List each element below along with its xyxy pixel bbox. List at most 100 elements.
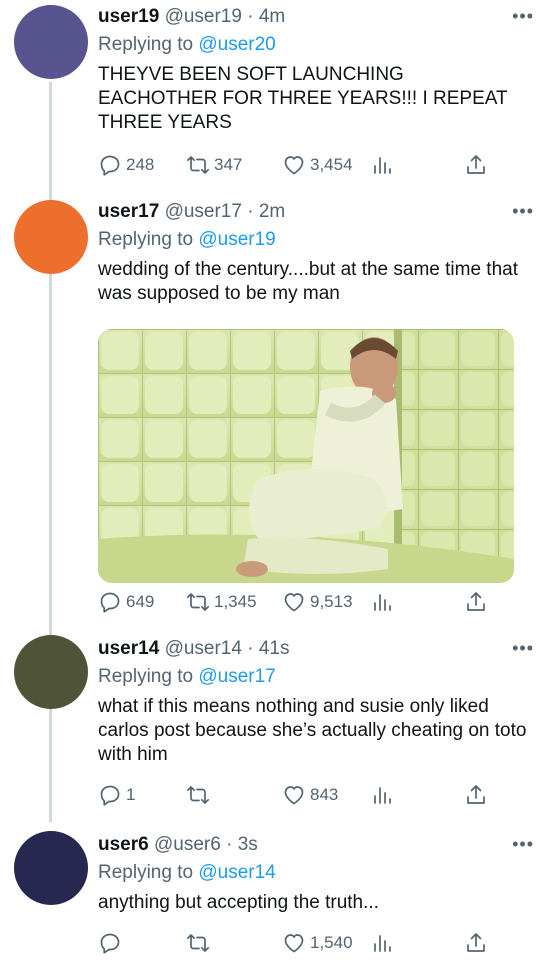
replying-to: Replying to @user17: [98, 666, 276, 688]
separator: ·: [247, 201, 254, 222]
timestamp[interactable]: 2m: [259, 201, 285, 222]
avatar[interactable]: [14, 5, 88, 79]
replying-to: Replying to @user14: [98, 862, 276, 884]
retweet-count: 347: [214, 155, 243, 174]
separator: ·: [247, 638, 254, 659]
heart-icon: [284, 593, 304, 612]
display-name[interactable]: user17: [98, 201, 159, 222]
tweet[interactable]: user17 @user17 · 2m ••• Replying to @use…: [0, 195, 554, 627]
separator: ·: [247, 6, 254, 27]
display-name[interactable]: user14: [98, 638, 159, 659]
share-icon: [467, 155, 485, 174]
share-icon: [467, 592, 485, 611]
retweet-icon: [186, 156, 210, 174]
reply-count: 649: [126, 592, 155, 611]
tweet-text: wedding of the century....but at the sam…: [98, 259, 518, 304]
like-button[interactable]: 3,454: [282, 150, 353, 180]
like-count: 843: [310, 785, 339, 804]
share-icon: [467, 785, 485, 804]
reply-to-link[interactable]: @user17: [198, 666, 275, 687]
tweet[interactable]: user14 @user14 · 41s ••• Replying to @us…: [0, 632, 554, 824]
tweet-actions: 1 843: [98, 780, 498, 810]
reply-icon: [100, 785, 120, 806]
tweet-text: anything but accepting the truth...: [98, 892, 379, 913]
separator: ·: [226, 834, 233, 855]
like-button[interactable]: 843: [282, 780, 338, 810]
timestamp[interactable]: 41s: [259, 638, 290, 659]
user-handle[interactable]: @user6: [154, 834, 221, 855]
tweet-header: user6 @user6 · 3s: [98, 834, 258, 856]
reply-count: 248: [126, 155, 155, 174]
avatar[interactable]: [14, 635, 88, 709]
tweet-actions: 248 347 3,454: [98, 150, 498, 180]
retweet-count: 1,345: [214, 592, 257, 611]
display-name[interactable]: user6: [98, 834, 149, 855]
more-icon[interactable]: •••: [512, 834, 534, 855]
reply-to-link[interactable]: @user19: [198, 229, 275, 250]
reply-button[interactable]: [98, 928, 122, 958]
reply-icon: [100, 933, 120, 954]
retweet-button[interactable]: [186, 928, 210, 958]
user-handle[interactable]: @user19: [165, 6, 242, 27]
replying-to-label: Replying to: [98, 666, 194, 687]
retweet-button[interactable]: [186, 780, 210, 810]
tweet[interactable]: user19 @user19 · 4m ••• Replying to @use…: [0, 0, 554, 192]
like-count: 9,513: [310, 592, 353, 611]
timestamp[interactable]: 3s: [238, 834, 258, 855]
like-count: 1,540: [310, 933, 353, 952]
reply-icon: [100, 592, 120, 613]
replying-to-label: Replying to: [98, 34, 194, 55]
padded-room-image: [98, 329, 514, 583]
views-button[interactable]: [370, 928, 394, 958]
reply-button[interactable]: 1: [98, 780, 135, 810]
user-handle[interactable]: @user14: [165, 638, 242, 659]
analytics-icon: [374, 157, 391, 174]
more-icon[interactable]: •••: [512, 6, 534, 27]
share-button[interactable]: [464, 928, 488, 958]
heart-icon: [284, 786, 304, 805]
replying-to: Replying to @user19: [98, 229, 276, 251]
views-button[interactable]: [370, 150, 394, 180]
tweet[interactable]: user6 @user6 · 3s ••• Replying to @user1…: [0, 828, 554, 960]
like-count: 3,454: [310, 155, 353, 174]
reply-button[interactable]: 649: [98, 587, 154, 617]
reply-to-link[interactable]: @user20: [198, 34, 275, 55]
tweet-actions: 649 1,345 9,513: [98, 587, 498, 617]
avatar[interactable]: [14, 200, 88, 274]
replying-to: Replying to @user20: [98, 34, 276, 56]
more-icon[interactable]: •••: [512, 201, 534, 222]
views-button[interactable]: [370, 587, 394, 617]
like-button[interactable]: 1,540: [282, 928, 353, 958]
tweet-media-image[interactable]: [98, 329, 514, 583]
retweet-button[interactable]: 347: [186, 150, 242, 180]
share-button[interactable]: [464, 150, 488, 180]
tweet-actions: 1,540: [98, 928, 498, 958]
more-icon[interactable]: •••: [512, 638, 534, 659]
reply-button[interactable]: 248: [98, 150, 154, 180]
timestamp[interactable]: 4m: [259, 6, 285, 27]
retweet-icon: [186, 934, 210, 952]
retweet-button[interactable]: 1,345: [186, 587, 257, 617]
tweet-header: user19 @user19 · 4m: [98, 6, 285, 28]
replying-to-label: Replying to: [98, 862, 194, 883]
retweet-icon: [186, 593, 210, 611]
display-name[interactable]: user19: [98, 6, 159, 27]
reply-to-link[interactable]: @user14: [198, 862, 275, 883]
share-icon: [467, 933, 485, 952]
reply-count: 1: [126, 785, 136, 804]
share-button[interactable]: [464, 780, 488, 810]
replying-to-label: Replying to: [98, 229, 194, 250]
analytics-icon: [374, 787, 391, 804]
reply-icon: [100, 155, 120, 176]
like-button[interactable]: 9,513: [282, 587, 353, 617]
analytics-icon: [374, 594, 391, 611]
share-button[interactable]: [464, 587, 488, 617]
tweet-header: user14 @user14 · 41s: [98, 638, 289, 660]
tweet-header: user17 @user17 · 2m: [98, 201, 285, 223]
heart-icon: [284, 156, 304, 175]
views-button[interactable]: [370, 780, 394, 810]
avatar[interactable]: [14, 831, 88, 905]
user-handle[interactable]: @user17: [165, 201, 242, 222]
heart-icon: [284, 934, 304, 953]
analytics-icon: [374, 935, 391, 952]
